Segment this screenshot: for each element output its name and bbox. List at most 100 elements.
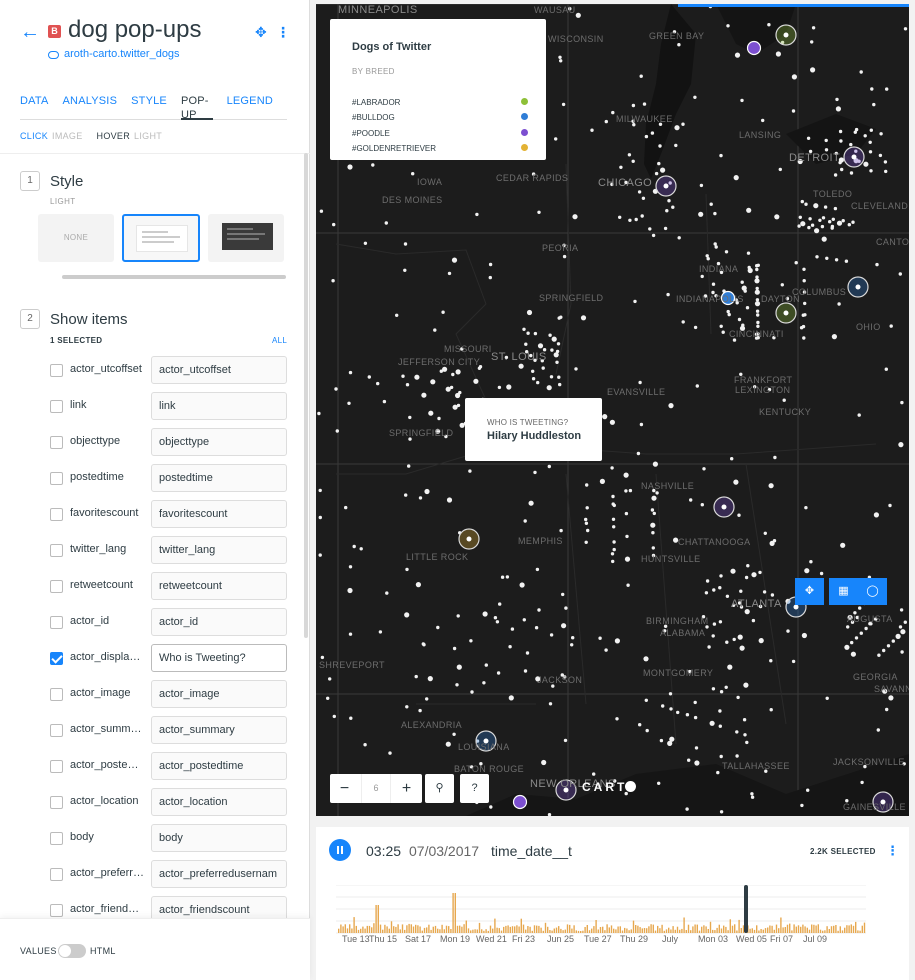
grid-icon[interactable]: ▦: [829, 578, 858, 605]
layer-badge: B: [48, 25, 61, 38]
legend-color-dot: [521, 98, 528, 105]
field-checkbox[interactable]: [50, 868, 63, 881]
city-label: DES MOINES: [382, 195, 443, 205]
city-label: KENTUCKY: [759, 407, 812, 417]
city-label: OHIO: [856, 322, 881, 332]
field-checkbox[interactable]: [50, 904, 63, 917]
field-checkbox[interactable]: [50, 472, 63, 485]
timeline-tick-label: Thu 29: [620, 934, 649, 944]
subtab-click-image[interactable]: IMAGE: [52, 131, 83, 141]
field-checkbox[interactable]: [50, 760, 63, 773]
layer-title[interactable]: dog pop-ups: [68, 15, 201, 45]
dataset-source-link[interactable]: aroth-carto.twitter_dogs: [64, 48, 180, 60]
field-title-input[interactable]: retweetcount: [151, 572, 287, 600]
subtab-click[interactable]: CLICK: [20, 131, 48, 141]
tab-analysis[interactable]: ANALYSIS: [63, 94, 118, 120]
city-label: LOUISIANA: [458, 742, 510, 752]
legend-entry: #BULLDOG: [352, 113, 528, 122]
help-button[interactable]: ?: [460, 774, 489, 803]
field-title-input[interactable]: twitter_lang: [151, 536, 287, 564]
pin-icon[interactable]: ◯: [858, 578, 887, 605]
tab-data[interactable]: DATA: [20, 94, 49, 120]
field-title-input[interactable]: actor_location: [151, 788, 287, 816]
field-name: actor_image: [70, 687, 131, 699]
field-checkbox[interactable]: [50, 652, 63, 665]
dark-preview: [222, 223, 273, 250]
legend-entry-label: #LABRADOR: [352, 98, 401, 107]
city-label: BATON ROUGE: [454, 764, 525, 774]
timeline-options-icon[interactable]: ⋮: [886, 843, 899, 859]
style-option-light[interactable]: [122, 214, 200, 262]
field-checkbox[interactable]: [50, 508, 63, 521]
timeline-tick-label: Tue 27: [584, 934, 612, 944]
tab-pop-up[interactable]: POP-UP: [180, 94, 213, 121]
legend-entry: #LABRADOR: [352, 98, 528, 107]
field-checkbox[interactable]: [50, 832, 63, 845]
locate-icon[interactable]: ✥: [255, 24, 267, 41]
field-row: objecttype objecttype: [0, 426, 310, 462]
style-options-scrollbar[interactable]: [62, 275, 286, 279]
timeline-tick-label: Fri 07: [770, 934, 794, 944]
field-title-input[interactable]: body: [151, 824, 287, 852]
field-title-input[interactable]: actor_preferredusernam: [151, 860, 287, 888]
field-name: twitter_lang: [70, 543, 127, 555]
city-label: MINNEAPOLIS: [338, 4, 418, 16]
zoom-out-button[interactable]: −: [330, 774, 359, 803]
city-label: ATLANTA: [731, 598, 782, 610]
field-title-input[interactable]: link: [151, 392, 287, 420]
field-title-input[interactable]: actor_utcoffset: [151, 356, 287, 384]
style-option-dark[interactable]: [208, 214, 284, 262]
field-title-input[interactable]: actor_postedtime: [151, 752, 287, 780]
field-checkbox[interactable]: [50, 616, 63, 629]
zoom-in-button[interactable]: +: [392, 774, 421, 803]
editor-panel: ← B dog pop-ups ✥ ⋮ aroth-carto.twitter_…: [0, 0, 310, 980]
select-all-link[interactable]: ALL: [272, 336, 287, 345]
city-label: BIRMINGHAM: [646, 616, 709, 626]
field-row: actor_id actor_id: [0, 606, 310, 642]
values-html-toggle[interactable]: [58, 944, 86, 958]
city-label: CHATTANOOGA: [678, 537, 751, 547]
field-checkbox[interactable]: [50, 436, 63, 449]
field-row: actor_summary actor_summary: [0, 714, 310, 750]
field-checkbox[interactable]: [50, 400, 63, 413]
selected-count: 1 SELECTED: [50, 336, 103, 345]
subtab-hover-light[interactable]: LIGHT: [134, 131, 162, 141]
field-title-input[interactable]: actor_summary: [151, 716, 287, 744]
search-button[interactable]: ⚲: [425, 774, 454, 803]
field-title-input[interactable]: postedtime: [151, 464, 287, 492]
section-title-style: Style: [50, 173, 84, 190]
field-row: link link: [0, 390, 310, 426]
search-icon: ⚲: [435, 782, 444, 794]
back-arrow-icon[interactable]: ←: [20, 22, 40, 42]
field-title-input[interactable]: actor_image: [151, 680, 287, 708]
draw-area-icon[interactable]: ✥: [795, 578, 824, 605]
field-name: objecttype: [70, 435, 121, 447]
tab-legend[interactable]: LEGEND: [227, 94, 273, 120]
map-canvas[interactable]: MINNEAPOLIS WAUSAU WISCONSIN GREEN BAY MILWA…: [316, 4, 909, 816]
field-row: actor_image actor_image: [0, 678, 310, 714]
subtab-hover[interactable]: HOVER: [97, 131, 131, 141]
values-label: VALUES: [20, 946, 57, 956]
time-histogram[interactable]: [336, 885, 866, 935]
field-checkbox[interactable]: [50, 724, 63, 737]
field-checkbox[interactable]: [50, 364, 63, 377]
field-title-input[interactable]: Who is Tweeting?: [151, 644, 287, 672]
style-option-none[interactable]: NONE: [38, 214, 114, 262]
timeline-tick-label: Thu 15: [369, 934, 398, 944]
legend-entry: #POODLE: [352, 129, 528, 138]
field-checkbox[interactable]: [50, 688, 63, 701]
tab-style[interactable]: STYLE: [131, 94, 167, 120]
field-name: retweetcount: [70, 579, 133, 591]
more-options-icon[interactable]: ⋮: [276, 24, 290, 41]
field-checkbox[interactable]: [50, 580, 63, 593]
field-title-input[interactable]: favoritescount: [151, 500, 287, 528]
zoom-level: 6: [361, 774, 391, 803]
field-checkbox[interactable]: [50, 796, 63, 809]
pause-button[interactable]: [329, 839, 351, 861]
field-title-input[interactable]: objecttype: [151, 428, 287, 456]
style-selected-label: LIGHT: [50, 197, 76, 206]
field-title-input[interactable]: actor_id: [151, 608, 287, 636]
city-label: GREEN BAY: [649, 31, 705, 41]
timeline-tick-label: Sat 17: [405, 934, 432, 944]
field-checkbox[interactable]: [50, 544, 63, 557]
